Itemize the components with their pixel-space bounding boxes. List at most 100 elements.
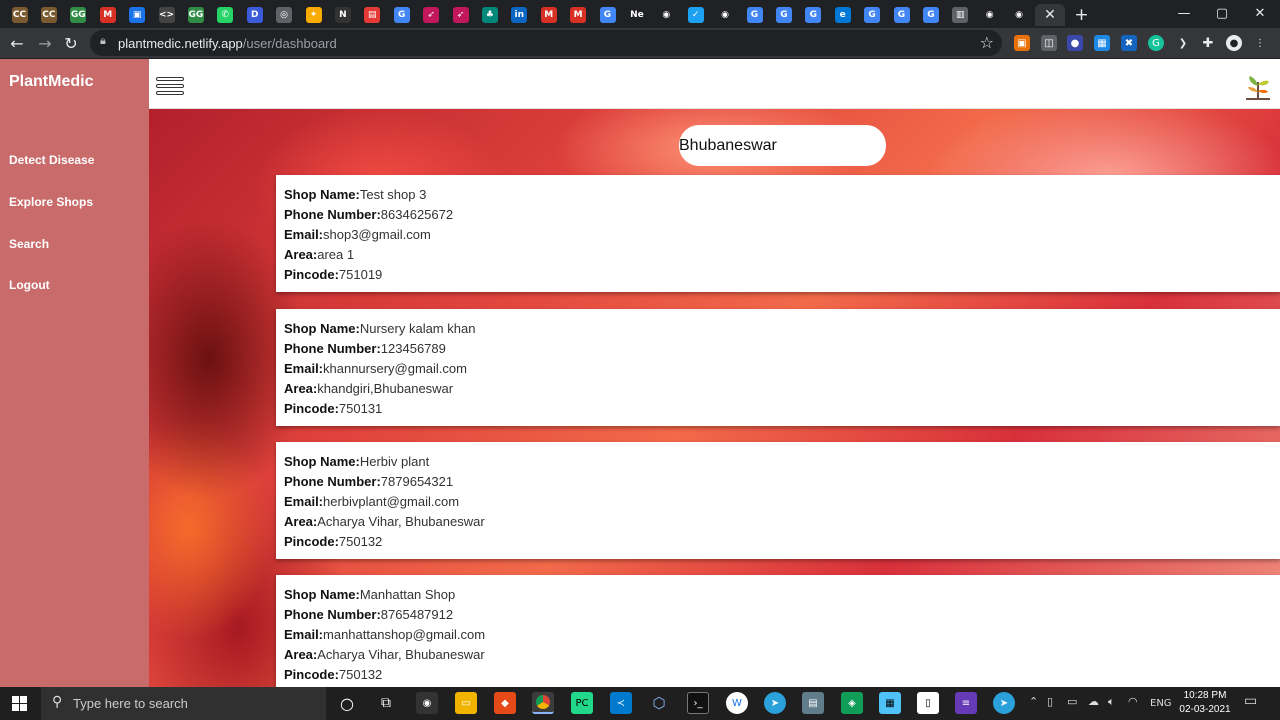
browser-tab[interactable]: D [240,4,269,26]
browser-tab[interactable]: G [799,4,828,26]
taskbar-search-placeholder: Type here to search [73,696,188,711]
browser-tab[interactable]: ▤ [358,4,387,26]
hamburger-menu-icon[interactable] [156,77,184,99]
browser-tab[interactable]: ◎ [270,4,299,26]
browser-tab[interactable]: G [769,4,798,26]
chrome-icon[interactable] [532,692,554,714]
extension-icon[interactable]: ✖ [1121,35,1137,51]
extensions-puzzle-icon[interactable]: ✚ [1200,35,1216,51]
browser-tab[interactable]: ➶ [417,4,446,26]
brand-title[interactable]: PlantMedic [9,73,93,91]
browser-tab[interactable]: ◉ [711,4,740,26]
browser-tab[interactable]: CC [34,4,63,26]
sidebar-item-explore-shops[interactable]: Explore Shops [9,195,93,209]
github-desktop-icon[interactable]: ◉ [416,692,438,714]
maximize-icon[interactable]: ▢ [1202,3,1242,23]
browser-tab[interactable]: G [593,4,622,26]
virtualbox-icon[interactable]: ⬡ [648,692,670,714]
grammarly-icon[interactable]: G [1148,35,1164,51]
browser-tab[interactable]: G [740,4,769,26]
shop-phone: 8634625672 [380,207,454,222]
word-app-icon[interactable]: W [726,692,748,714]
extension-icon[interactable]: ▦ [1094,35,1110,51]
app-icon[interactable]: ▤ [802,692,824,714]
app-icon[interactable]: ◈ [841,692,863,714]
new-tab-button[interactable]: + [1067,4,1096,26]
browser-tab[interactable]: N [328,4,357,26]
sidebar-item-logout[interactable]: Logout [9,278,50,292]
minimize-icon[interactable]: — [1164,3,1204,23]
extension-icon[interactable]: ▣ [1014,35,1030,51]
city-search-input[interactable] [679,125,886,166]
file-explorer-icon[interactable]: ▭ [455,692,477,714]
browser-tab[interactable]: ◉ [975,4,1004,26]
notepad-icon[interactable]: ▯ [917,692,939,714]
active-browser-tab[interactable]: ✕ [1035,4,1065,26]
shop-card: Shop Name:Nursery kalam khan Phone Numbe… [276,309,1280,426]
browser-tab[interactable]: G [887,4,916,26]
browser-tab[interactable]: M [93,4,122,26]
cortana-icon[interactable]: ○ [336,692,358,714]
browser-tab[interactable]: M [564,4,593,26]
browser-tab[interactable]: ➶ [446,4,475,26]
forward-icon[interactable]: → [34,33,56,53]
telegram-icon[interactable]: ➤ [993,692,1015,714]
browser-tab[interactable]: G [858,4,887,26]
chevron-right-icon[interactable]: ❯ [1175,35,1191,51]
browser-tab[interactable]: ▣ [123,4,152,26]
taskbar-clock[interactable]: 10:28 PM 02-03-2021 [1172,689,1238,717]
sidebar-item-search[interactable]: Search [9,237,49,251]
telegram-icon[interactable]: ➤ [764,692,786,714]
cloud-icon[interactable]: ☁ [1088,695,1099,708]
chevron-up-icon[interactable]: ⌃ [1029,695,1038,708]
browser-tab[interactable]: ♣ [475,4,504,26]
close-window-icon[interactable]: ✕ [1240,3,1280,23]
app-icon[interactable]: ▦ [879,692,901,714]
reload-icon[interactable]: ↻ [60,33,82,53]
bookmark-star-icon[interactable]: ☆ [980,33,994,52]
browser-tab[interactable]: ✆ [211,4,240,26]
profile-avatar-icon[interactable]: ● [1226,35,1242,51]
browser-tab[interactable]: M [534,4,563,26]
browser-tab[interactable]: GG [181,4,210,26]
browser-tab[interactable]: G [387,4,416,26]
language-indicator[interactable]: ENG [1150,698,1172,709]
browser-tab[interactable]: e [828,4,857,26]
browser-menu-icon[interactable]: ⋮ [1252,35,1268,51]
app-icon[interactable]: ≡ [955,692,977,714]
extension-icon[interactable]: ● [1067,35,1083,51]
task-view-icon[interactable]: ⧉ [375,692,397,714]
close-tab-icon[interactable]: ✕ [1042,7,1058,23]
browser-tab[interactable]: <> [152,4,181,26]
browser-tab[interactable]: ✓ [681,4,710,26]
address-bar[interactable]: 🔒︎ plantmedic.netlify.app/user/dashboard… [90,30,1002,56]
geeksforgeeks-icon: GG [70,7,87,23]
browser-tab[interactable]: ▥ [946,4,975,26]
battery-icon[interactable]: ▭ [1067,695,1077,708]
taskbar-search-box[interactable]: ⚲ Type here to search [41,687,326,720]
back-icon[interactable]: ← [6,33,28,53]
code-icon: <> [158,7,175,23]
browser-tab[interactable]: ✦ [299,4,328,26]
device-icon[interactable]: ▯ [1047,695,1053,708]
url-path: /user/dashboard [242,36,337,51]
windows-start-icon[interactable] [12,696,27,711]
browser-tab[interactable]: ◉ [652,4,681,26]
pycharm-icon[interactable]: PC [571,692,593,714]
volume-icon[interactable]: 🔈︎ [1108,695,1115,709]
extension-icon[interactable]: ◫ [1041,35,1057,51]
field-label: Pincode: [284,667,339,682]
browser-tab[interactable]: Ne [622,4,651,26]
git-icon[interactable]: ◆ [494,692,516,714]
sidebar-item-detect-disease[interactable]: Detect Disease [9,153,94,167]
browser-tab[interactable]: GG [64,4,93,26]
notifications-icon[interactable]: ▭ [1244,693,1257,709]
terminal-icon[interactable]: ›_ [687,692,709,714]
browser-tab[interactable]: G [916,4,945,26]
browser-tab[interactable]: ◉ [1005,4,1034,26]
edge-icon: e [834,7,851,23]
browser-tab[interactable]: CC [5,4,34,26]
wifi-icon[interactable]: ◠ [1128,695,1138,708]
browser-tab[interactable]: in [505,4,534,26]
vscode-icon[interactable]: ≺ [610,692,632,714]
